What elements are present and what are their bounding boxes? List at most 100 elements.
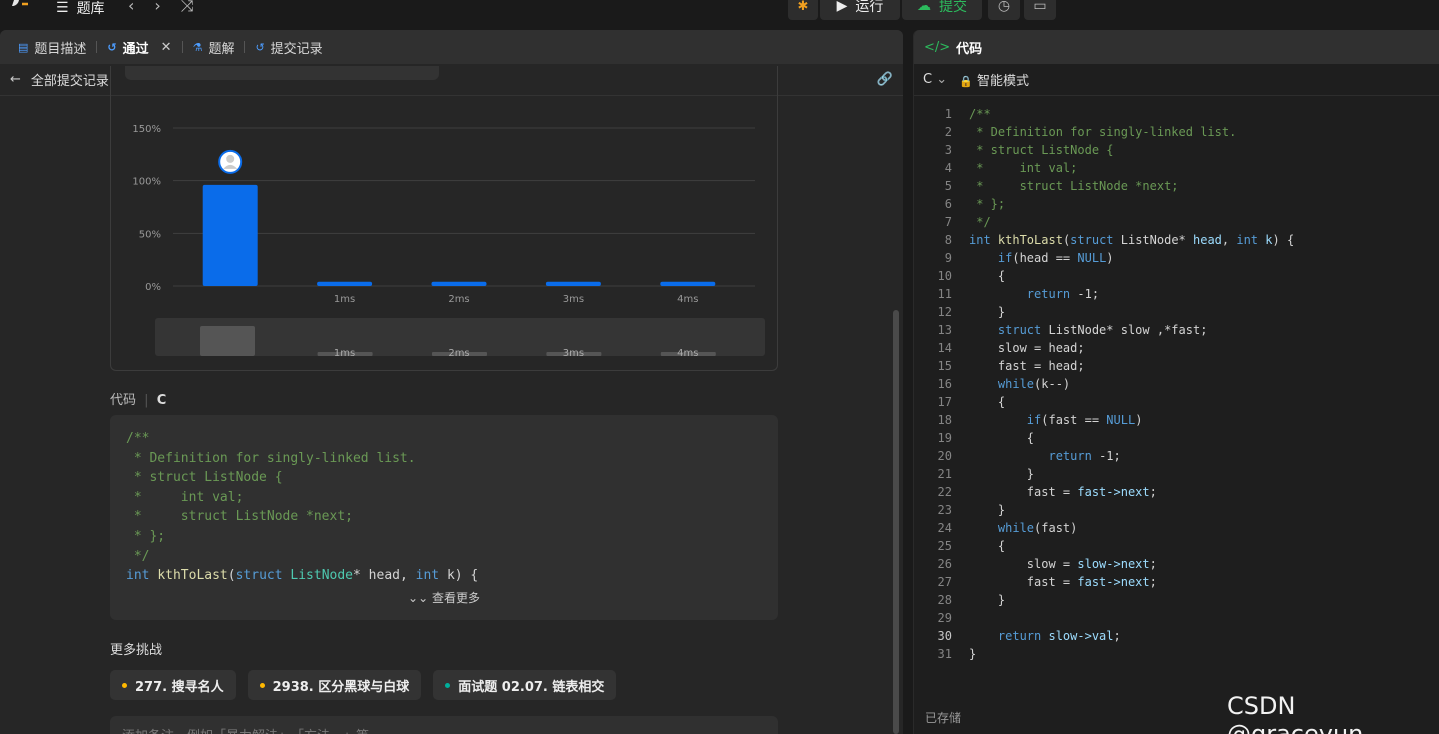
editor-line: 28 } <box>914 591 1439 609</box>
see-more-button[interactable]: ⌄⌄ 查看更多 <box>110 589 778 609</box>
line-number: 9 <box>944 251 952 265</box>
line-number: 13 <box>937 323 952 337</box>
line-number: 14 <box>937 341 952 355</box>
next-problem-icon[interactable]: › <box>154 0 160 16</box>
line-number: 21 <box>937 467 952 481</box>
code-brackets-icon: </> <box>924 39 951 55</box>
line-number: 16 <box>937 377 952 391</box>
y-tick-label: 150% <box>132 124 161 135</box>
editor-line: 21 } <box>914 465 1439 483</box>
line-code: while(fast) <box>997 521 1078 535</box>
editor-line: 18 if(fast == NULL) <box>914 411 1439 429</box>
editor-line: 26 slow = slow->next; <box>914 555 1439 573</box>
avatar-head <box>226 154 235 163</box>
notes-button[interactable]: ▭ <box>1024 0 1056 20</box>
problem-bank-nav[interactable]: ☰ 题库 <box>56 0 105 18</box>
submit-button[interactable]: ☁ 提交 <box>902 0 982 20</box>
debug-button[interactable]: ✱ <box>788 0 818 20</box>
tab-submissions[interactable]: ↺ 提交记录 <box>249 38 328 57</box>
line-number: 11 <box>937 287 952 301</box>
list-icon: ☰ <box>56 0 69 16</box>
x-tick-label: 4ms <box>677 294 698 305</box>
line-code: * int val; <box>969 161 1078 175</box>
line-number: 6 <box>944 197 952 211</box>
line-code: if(fast == NULL) <box>1026 413 1143 427</box>
chip-label: 面试题 02.07. 链表相交 <box>458 679 605 695</box>
line-code: { <box>969 539 1006 553</box>
code-preview-line: * struct ListNode *next; <box>126 509 353 525</box>
problem-bank-label: 题库 <box>76 1 105 17</box>
line-code: int kthToLast(struct ListNode* head, int… <box>969 233 1295 247</box>
close-tab-icon[interactable]: ✕ <box>161 40 172 55</box>
line-code: /** <box>969 107 991 121</box>
editor-line: 30 return slow->val; <box>914 627 1439 645</box>
smart-mode-toggle[interactable]: 🔒 智能模式 <box>959 70 1029 89</box>
run-button[interactable]: ▶ 运行 <box>820 0 900 20</box>
editor-line: 2 * Definition for singly-linked list. <box>914 123 1439 141</box>
chart-bar <box>317 281 373 286</box>
editor-line: 6 * }; <box>914 195 1439 213</box>
editor-line: 4 * int val; <box>914 159 1439 177</box>
editor-line: 7 */ <box>914 213 1439 231</box>
line-number: 3 <box>944 143 952 157</box>
line-code: } <box>969 593 1006 607</box>
line-number: 24 <box>937 521 952 535</box>
play-icon: ▶ <box>836 0 848 14</box>
difficulty-dot <box>122 682 127 688</box>
challenge-chip[interactable]: 面试题 02.07. 链表相交 <box>433 670 617 700</box>
x-tick-label: 2ms <box>448 294 469 305</box>
code-preview-line: * }; <box>126 528 166 544</box>
editor-line: 1 /** <box>914 105 1439 123</box>
code-lang: C <box>156 393 167 408</box>
y-tick-label: 100% <box>132 177 161 188</box>
tab-label: 题解 <box>208 41 235 57</box>
left-scrollbar[interactable] <box>893 310 899 734</box>
tab-accepted[interactable]: ↺ 通过 ✕ <box>101 38 177 57</box>
line-code: { <box>969 269 1006 283</box>
share-link-icon[interactable]: 🔗 <box>877 72 893 87</box>
run-label: 运行 <box>855 0 884 15</box>
line-code: slow = head; <box>969 341 1085 355</box>
code-editor[interactable]: 1 /** 2 * Definition for singly-linked lis… <box>914 105 1439 663</box>
line-number: 23 <box>937 503 952 517</box>
editor-line: 3 * struct ListNode { <box>914 141 1439 159</box>
prev-problem-icon[interactable]: ‹ <box>128 0 134 16</box>
tab-divider <box>244 41 246 53</box>
editor-line: 15 fast = head; <box>914 357 1439 375</box>
tab-label: 通过 <box>122 41 149 57</box>
note-input[interactable]: 添加备注，例如「暴力解法」、「方法一」等 <box>110 716 778 734</box>
line-number: 17 <box>937 395 952 409</box>
tab-description[interactable]: ▤ 题目描述 <box>12 38 92 57</box>
line-number: 19 <box>937 431 952 445</box>
editor-line: 10 { <box>914 267 1439 285</box>
shuffle-icon[interactable]: ⤨ <box>181 0 194 16</box>
tab-divider <box>96 41 98 53</box>
chevron-down-icon: ⌄ <box>936 72 948 87</box>
line-code: return slow->val; <box>997 629 1121 643</box>
language-label: C <box>923 72 933 87</box>
line-number: 18 <box>937 413 952 427</box>
tab-solutions[interactable]: ⚗ 题解 <box>187 38 241 57</box>
challenge-chip[interactable]: 277. 搜寻名人 <box>110 670 236 700</box>
timer-button[interactable]: ◷ <box>988 0 1020 20</box>
line-number: 31 <box>937 647 952 661</box>
leetcode-logo-icon[interactable] <box>10 0 32 14</box>
submitted-code-preview: /** * Definition for singly-linked list.… <box>110 415 778 620</box>
y-tick-label: 50% <box>139 229 161 240</box>
language-select[interactable]: C ⌄ <box>923 72 947 87</box>
editor-line: 14 slow = head; <box>914 339 1439 357</box>
editor-toolbar: C ⌄ 🔒 智能模式 <box>914 64 1439 96</box>
mode-label: 智能模式 <box>976 74 1029 89</box>
challenge-chip[interactable]: 2938. 区分黑球与白球 <box>247 670 422 700</box>
code-preview-line: * struct ListNode { <box>126 470 283 486</box>
all-submissions-link[interactable]: 全部提交记录 <box>31 70 109 89</box>
editor-header: </> 代码 <box>914 30 1439 64</box>
code-preview-lines: /** * Definition for singly-linked list.… <box>126 429 762 586</box>
code-title: 代码 <box>110 393 137 408</box>
code-section-title: 代码 | C <box>110 389 166 408</box>
line-number: 29 <box>937 611 952 625</box>
flask-icon: ⚗ <box>192 40 203 54</box>
back-arrow-icon[interactable]: ← <box>10 72 21 87</box>
line-code: } <box>969 647 977 661</box>
runtime-distribution-chart: 150% 100% 50% 0% 1ms 2ms 3ms 4ms 1ms 2ms 3ms 4ms <box>132 124 765 359</box>
